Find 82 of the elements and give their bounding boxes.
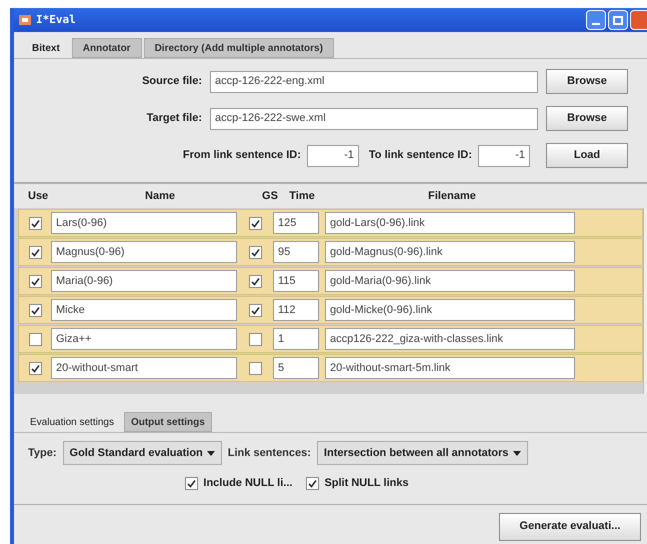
from-id-field[interactable]: -1 bbox=[306, 144, 359, 166]
annotator-row[interactable]: Giza++ 1 accp126-222_giza-with-classes.link bbox=[18, 325, 643, 353]
time-field[interactable]: 112 bbox=[273, 299, 319, 321]
column-header: Use bbox=[27, 188, 50, 204]
filename-field[interactable]: 20-without-smart-5m.link bbox=[325, 357, 575, 379]
gs-checkbox[interactable] bbox=[248, 362, 262, 374]
time-field[interactable]: 115 bbox=[273, 270, 319, 292]
target-file-field[interactable]: accp-126-222-swe.xml bbox=[210, 108, 538, 130]
use-checkbox[interactable] bbox=[28, 332, 42, 346]
link-sentences-label: Link sentences: bbox=[228, 446, 311, 461]
name-field[interactable]: Magnus(0-96) bbox=[51, 241, 237, 263]
source-file-label: Source file: bbox=[142, 74, 202, 90]
annotator-row[interactable]: Magnus(0-96) 95 gold-Magnus(0-96).link bbox=[18, 238, 643, 266]
gs-checkbox[interactable] bbox=[248, 216, 262, 230]
name-field[interactable]: Lars(0-96) bbox=[51, 212, 237, 234]
target-file-label: Target file: bbox=[146, 111, 202, 126]
annotator-row[interactable]: Lars(0-96) 125 gold-Lars(0-96).link bbox=[18, 209, 643, 237]
option-checkbox[interactable] bbox=[306, 476, 320, 490]
use-checkbox[interactable] bbox=[28, 362, 42, 374]
check-icon bbox=[187, 478, 196, 488]
time-field[interactable]: 5 bbox=[273, 357, 319, 379]
use-checkbox[interactable] bbox=[28, 216, 42, 230]
type-label: Type: bbox=[28, 446, 57, 461]
to-id-label: To link sentence ID: bbox=[368, 148, 472, 164]
close-button[interactable] bbox=[630, 10, 647, 30]
option-label: Include NULL li... bbox=[203, 476, 292, 491]
use-checkbox[interactable] bbox=[28, 246, 42, 258]
check-icon bbox=[30, 306, 40, 314]
name-field[interactable]: 20-without-smart bbox=[51, 357, 237, 379]
annotator-row[interactable]: Maria(0-96) 115 gold-Maria(0-96).link bbox=[18, 267, 643, 295]
check-icon bbox=[250, 218, 260, 228]
annotator-row[interactable]: 20-without-smart 5 20-without-smart-5m.link bbox=[18, 354, 643, 382]
caret-icon bbox=[206, 450, 215, 456]
browse-button[interactable]: Browse bbox=[546, 106, 628, 131]
time-field[interactable]: 125 bbox=[273, 212, 319, 234]
tab[interactable]: Output settings bbox=[124, 412, 212, 432]
caret-icon bbox=[512, 450, 521, 456]
gs-checkbox[interactable] bbox=[248, 246, 262, 258]
time-field[interactable]: 95 bbox=[273, 241, 319, 263]
check-icon bbox=[30, 276, 40, 286]
filename-field[interactable]: accp126-222_giza-with-classes.link bbox=[325, 328, 575, 350]
check-icon bbox=[250, 276, 260, 286]
use-checkbox[interactable] bbox=[28, 304, 42, 316]
name-field[interactable]: Giza++ bbox=[51, 328, 237, 350]
check-icon bbox=[250, 248, 260, 256]
check-icon bbox=[30, 364, 40, 372]
use-checkbox[interactable] bbox=[28, 274, 42, 288]
name-field[interactable]: Micke bbox=[51, 299, 237, 321]
gs-checkbox[interactable] bbox=[248, 332, 262, 346]
source-file-field[interactable]: accp-126-222-eng.xml bbox=[210, 70, 538, 92]
gs-checkbox[interactable] bbox=[248, 304, 262, 316]
gs-checkbox[interactable] bbox=[248, 274, 262, 288]
tab[interactable]: Annotator bbox=[72, 38, 142, 58]
window-title: I*Eval bbox=[36, 12, 76, 28]
filename-field[interactable]: gold-Lars(0-96).link bbox=[325, 212, 575, 234]
filename-field[interactable]: gold-Magnus(0-96).link bbox=[325, 241, 575, 263]
type-dropdown[interactable]: Gold Standard evaluation bbox=[62, 441, 222, 465]
tab[interactable]: Directory (Add multiple annotators) bbox=[144, 38, 334, 58]
from-id-label: From link sentence ID: bbox=[182, 148, 301, 164]
maximize-button[interactable] bbox=[608, 10, 628, 30]
option-checkbox[interactable] bbox=[185, 476, 198, 490]
filename-field[interactable]: gold-Maria(0-96).link bbox=[325, 270, 575, 292]
option-label: Split NULL links bbox=[324, 476, 409, 491]
check-icon bbox=[30, 218, 40, 228]
link-sentences-dropdown[interactable]: Intersection between all annotators bbox=[316, 441, 528, 465]
filename-field[interactable]: gold-Micke(0-96).link bbox=[325, 299, 575, 321]
column-header: Filename bbox=[427, 188, 477, 204]
check-icon bbox=[250, 306, 260, 314]
check-icon bbox=[308, 478, 318, 488]
annotator-row[interactable]: Micke 112 gold-Micke(0-96).link bbox=[18, 296, 643, 324]
name-field[interactable]: Maria(0-96) bbox=[51, 270, 237, 292]
column-header: Name bbox=[144, 188, 176, 204]
check-icon bbox=[30, 248, 40, 256]
minimize-button[interactable] bbox=[586, 10, 606, 30]
load-button[interactable]: Load bbox=[546, 143, 628, 168]
column-header: Time bbox=[288, 188, 316, 204]
browse-button[interactable]: Browse bbox=[546, 69, 628, 94]
app-icon bbox=[18, 13, 32, 27]
time-field[interactable]: 1 bbox=[273, 328, 319, 350]
generate-evaluation-button[interactable]: Generate evaluati... bbox=[499, 512, 641, 540]
column-header: GS bbox=[261, 188, 279, 204]
to-id-field[interactable]: -1 bbox=[478, 144, 530, 166]
